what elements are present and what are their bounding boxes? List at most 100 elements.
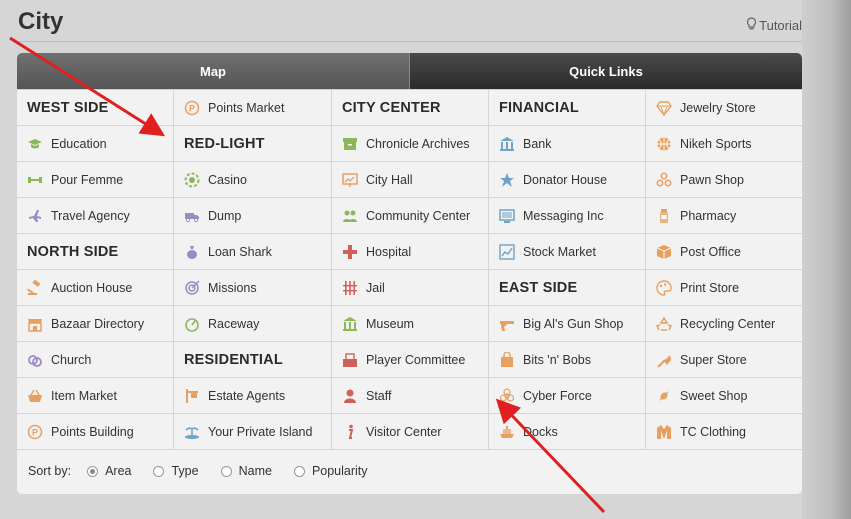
sort-label: Sort by: bbox=[28, 464, 72, 478]
tab-quick-links[interactable]: Quick Links bbox=[409, 53, 802, 89]
graduation-cap-icon bbox=[27, 136, 43, 152]
section-heading-label: RED-LIGHT bbox=[184, 135, 265, 152]
location-label: Super Store bbox=[680, 352, 747, 367]
sort-option-label: Popularity bbox=[311, 464, 368, 478]
location-link-points-market[interactable]: P Points Market bbox=[174, 90, 332, 126]
section-heading-label: EAST SIDE bbox=[499, 279, 578, 296]
location-link-item-market[interactable]: Item Market bbox=[17, 378, 174, 414]
location-link-big-al-s-gun-shop[interactable]: Big Al's Gun Shop bbox=[489, 306, 646, 342]
location-label: Visitor Center bbox=[366, 424, 442, 439]
location-link-loan-shark[interactable]: Loan Shark bbox=[174, 234, 332, 270]
basket-icon bbox=[27, 388, 43, 404]
sort-radio[interactable] bbox=[293, 465, 305, 477]
star-icon bbox=[499, 172, 515, 188]
location-label: Bank bbox=[523, 136, 552, 151]
tutorial-link[interactable]: Tutorial bbox=[746, 17, 802, 34]
sort-option-type[interactable]: Type bbox=[153, 464, 199, 478]
location-label: Chronicle Archives bbox=[366, 136, 470, 151]
location-link-nikeh-sports[interactable]: Nikeh Sports bbox=[646, 126, 802, 162]
location-link-pawn-shop[interactable]: Pawn Shop bbox=[646, 162, 802, 198]
sign-post-icon bbox=[184, 388, 200, 404]
location-link-cyber-force[interactable]: Cyber Force bbox=[489, 378, 646, 414]
location-label: Post Office bbox=[680, 244, 741, 259]
location-link-bank[interactable]: Bank bbox=[489, 126, 646, 162]
location-label: Stock Market bbox=[523, 244, 596, 259]
storefront-icon bbox=[27, 316, 43, 332]
location-link-player-committee[interactable]: Player Committee bbox=[332, 342, 489, 378]
dumbbell-icon bbox=[27, 172, 43, 188]
location-link-print-store[interactable]: Print Store bbox=[646, 270, 802, 306]
points-coin-icon: P bbox=[184, 100, 200, 116]
location-label: Jewelry Store bbox=[680, 100, 756, 115]
monitor-icon bbox=[499, 208, 515, 224]
location-link-education[interactable]: Education bbox=[17, 126, 174, 162]
stock-chart-icon bbox=[499, 243, 515, 260]
location-link-donator-house[interactable]: Donator House bbox=[489, 162, 646, 198]
sort-option-name[interactable]: Name bbox=[220, 464, 272, 478]
museum-icon bbox=[342, 316, 358, 332]
palette-icon bbox=[656, 279, 672, 296]
location-link-visitor-center[interactable]: Visitor Center bbox=[332, 414, 489, 450]
location-link-staff[interactable]: Staff bbox=[332, 378, 489, 414]
location-label: Raceway bbox=[208, 316, 260, 331]
location-link-travel-agency[interactable]: Travel Agency bbox=[17, 198, 174, 234]
rings-icon bbox=[27, 352, 43, 368]
location-link-jewelry-store[interactable]: Jewelry Store bbox=[646, 90, 802, 126]
location-link-estate-agents[interactable]: Estate Agents bbox=[174, 378, 332, 414]
pill-bottle-icon bbox=[656, 208, 672, 224]
location-label: Casino bbox=[208, 172, 247, 187]
location-label: Dump bbox=[208, 208, 242, 223]
location-link-jail[interactable]: Jail bbox=[332, 270, 489, 306]
location-link-recycling-center[interactable]: Recycling Center bbox=[646, 306, 802, 342]
section-heading-label: RESIDENTIAL bbox=[184, 351, 283, 368]
location-link-tc-clothing[interactable]: TC Clothing bbox=[646, 414, 802, 450]
location-label: Pharmacy bbox=[680, 208, 737, 223]
sort-radio[interactable] bbox=[153, 465, 165, 477]
location-label: Big Al's Gun Shop bbox=[523, 316, 624, 331]
tab-map[interactable]: Map bbox=[17, 53, 409, 89]
location-link-stock-market[interactable]: Stock Market bbox=[489, 234, 646, 270]
location-link-auction-house[interactable]: Auction House bbox=[17, 270, 174, 306]
truck-icon bbox=[184, 208, 200, 224]
location-link-community-center[interactable]: Community Center bbox=[332, 198, 489, 234]
shopping-bag-icon bbox=[499, 351, 515, 368]
location-link-bits-n-bobs[interactable]: Bits 'n' Bobs bbox=[489, 342, 646, 378]
location-link-museum[interactable]: Museum bbox=[332, 306, 489, 342]
location-link-city-hall[interactable]: City Hall bbox=[332, 162, 489, 198]
location-link-casino[interactable]: Casino bbox=[174, 162, 332, 198]
location-label: Bazaar Directory bbox=[51, 316, 145, 331]
bars-icon bbox=[342, 280, 358, 296]
location-link-pour-femme[interactable]: Pour Femme bbox=[17, 162, 174, 198]
location-link-messaging-inc[interactable]: Messaging Inc bbox=[489, 198, 646, 234]
location-link-raceway[interactable]: Raceway bbox=[174, 306, 332, 342]
location-link-your-private-island[interactable]: Your Private Island bbox=[174, 414, 332, 450]
location-label: Community Center bbox=[366, 208, 471, 223]
sort-option-label: Name bbox=[238, 464, 272, 478]
location-link-bazaar-directory[interactable]: Bazaar Directory bbox=[17, 306, 174, 342]
location-link-missions[interactable]: Missions bbox=[174, 270, 332, 306]
location-link-post-office[interactable]: Post Office bbox=[646, 234, 802, 270]
tab-bar: Map Quick Links bbox=[17, 53, 802, 89]
location-link-docks[interactable]: Docks bbox=[489, 414, 646, 450]
section-heading-residential: RESIDENTIAL bbox=[174, 342, 332, 378]
location-label: Cyber Force bbox=[523, 388, 592, 403]
archive-icon bbox=[342, 136, 358, 152]
location-link-super-store[interactable]: Super Store bbox=[646, 342, 802, 378]
sort-option-area[interactable]: Area bbox=[87, 464, 131, 478]
location-link-church[interactable]: Church bbox=[17, 342, 174, 378]
gavel-icon bbox=[27, 279, 43, 296]
location-link-points-building[interactable]: P Points Building bbox=[17, 414, 174, 450]
location-label: Player Committee bbox=[366, 352, 466, 367]
location-label: Missions bbox=[208, 280, 257, 295]
location-label: Auction House bbox=[51, 280, 133, 295]
sort-radio[interactable] bbox=[87, 465, 99, 477]
tutorial-label: Tutorial bbox=[759, 18, 802, 33]
sort-radio[interactable] bbox=[220, 465, 232, 477]
location-link-chronicle-archives[interactable]: Chronicle Archives bbox=[332, 126, 489, 162]
location-link-sweet-shop[interactable]: Sweet Shop bbox=[646, 378, 802, 414]
location-link-hospital[interactable]: Hospital bbox=[332, 234, 489, 270]
location-link-dump[interactable]: Dump bbox=[174, 198, 332, 234]
section-heading-label: NORTH SIDE bbox=[27, 243, 119, 260]
sort-option-popularity[interactable]: Popularity bbox=[293, 464, 368, 478]
location-link-pharmacy[interactable]: Pharmacy bbox=[646, 198, 802, 234]
